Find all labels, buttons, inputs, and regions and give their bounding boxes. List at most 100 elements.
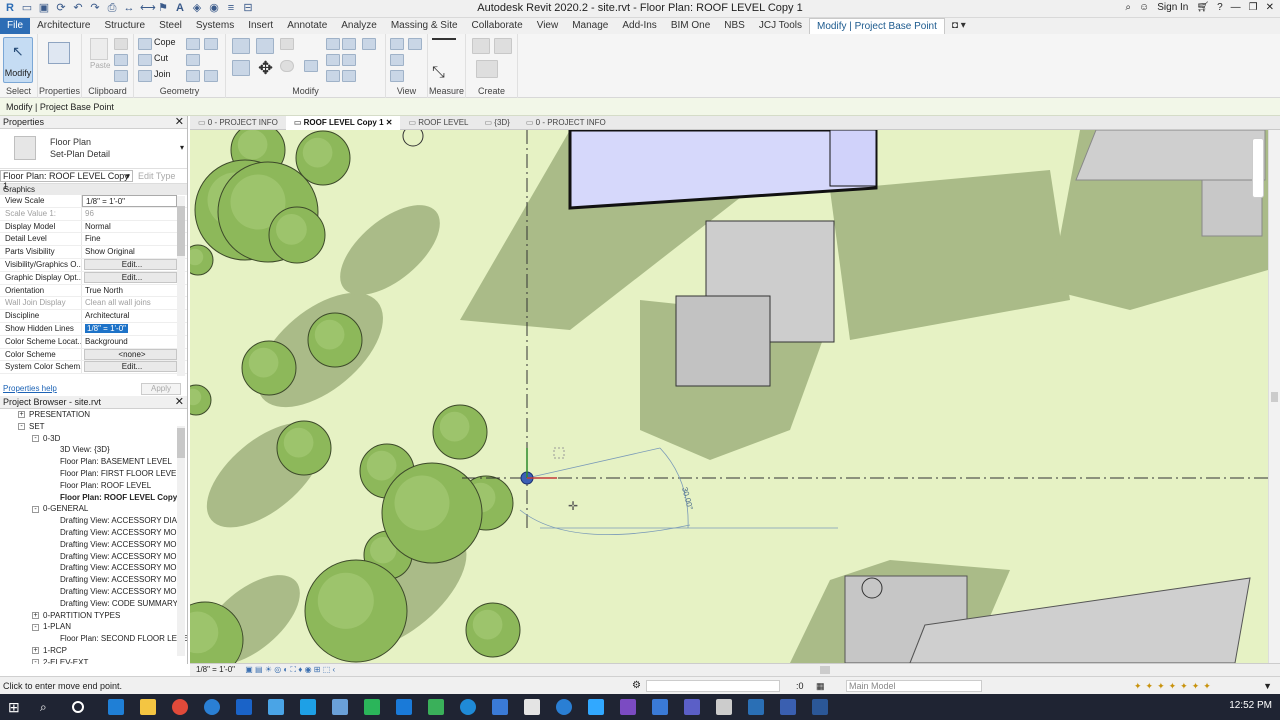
canvas-horizontal-scroll-thumb[interactable]: [820, 666, 830, 674]
linework-icon[interactable]: [390, 70, 404, 82]
ribbon-tab[interactable]: View: [530, 18, 566, 34]
collapse-icon[interactable]: -: [32, 434, 39, 442]
selection-filter-icons[interactable]: ✦✦✦✦✦✦✦: [1134, 677, 1215, 695]
cope-icon[interactable]: [138, 38, 152, 50]
move-icon[interactable]: ✥: [258, 58, 273, 79]
ribbon-tab[interactable]: Massing & Site: [384, 18, 465, 34]
word-icon[interactable]: [812, 699, 828, 715]
select-group-label[interactable]: Select: [0, 86, 37, 96]
cart-icon[interactable]: 🛒︎: [1196, 2, 1209, 13]
edge-icon[interactable]: [108, 699, 124, 715]
browser-item[interactable]: Drafting View: ACCESSORY MOU: [0, 551, 187, 563]
rotate-icon[interactable]: [280, 60, 294, 72]
trim-icon[interactable]: [304, 60, 318, 72]
revit-2020-icon[interactable]: [748, 699, 764, 715]
offset-icon[interactable]: [256, 38, 274, 54]
app-icon[interactable]: [396, 699, 412, 715]
match-icon[interactable]: [114, 70, 128, 82]
close-properties-icon[interactable]: ✕: [175, 116, 184, 129]
view-scale-button[interactable]: 1/8" = 1'-0": [196, 665, 235, 674]
teams-icon[interactable]: [684, 699, 700, 715]
property-value[interactable]: Fine: [82, 233, 187, 245]
cope-label[interactable]: Cope: [154, 37, 176, 47]
browser-item[interactable]: +1-RCP: [0, 645, 187, 657]
measure-between-icon[interactable]: [432, 38, 456, 42]
ribbon-tab[interactable]: Analyze: [334, 18, 384, 34]
ribbon-tab[interactable]: Add-Ins: [615, 18, 663, 34]
collapse-icon[interactable]: -: [32, 659, 39, 664]
create-assembly-icon[interactable]: [476, 60, 498, 78]
join-icon[interactable]: [138, 70, 152, 82]
ribbon-tab[interactable]: BIM One: [664, 18, 717, 34]
browser-item[interactable]: Drafting View: ACCESSORY MOU: [0, 574, 187, 586]
revit-active-icon[interactable]: [780, 699, 796, 715]
copy-element-icon[interactable]: [280, 38, 294, 50]
property-value[interactable]: Normal: [82, 221, 187, 233]
property-value[interactable]: Edit...: [84, 361, 177, 373]
browser-item[interactable]: -0-3D: [0, 433, 187, 445]
restore-icon[interactable]: ❐: [1249, 2, 1258, 13]
ribbon-tab[interactable]: NBS: [717, 18, 752, 34]
user-icon[interactable]: ☺: [1139, 2, 1149, 13]
ribbon-tab[interactable]: Collaborate: [465, 18, 530, 34]
ribbon-tab[interactable]: Modify | Project Base Point: [809, 18, 945, 34]
browser-item[interactable]: -1-PLAN: [0, 621, 187, 633]
modify-button[interactable]: ↖ Modify: [3, 37, 33, 83]
browser-item[interactable]: Floor Plan: FIRST FLOOR LEVEL: [0, 468, 187, 480]
browser-item[interactable]: -0-GENERAL: [0, 503, 187, 515]
filter-icon[interactable]: ▦: [816, 677, 825, 695]
view-tab[interactable]: ▭ {3D}: [477, 116, 518, 130]
scale-icon[interactable]: [342, 54, 356, 66]
ribbon-tab[interactable]: Systems: [189, 18, 241, 34]
view-tab[interactable]: ▭ 0 - PROJECT INFO: [190, 116, 286, 130]
close-icon[interactable]: ✕: [1266, 2, 1274, 13]
browser-item[interactable]: Floor Plan: ROOF LEVEL: [0, 480, 187, 492]
outlook-icon[interactable]: [236, 699, 252, 715]
cut-clipboard-icon[interactable]: [114, 38, 128, 50]
demolish-icon[interactable]: [204, 38, 218, 50]
join-label[interactable]: Join: [154, 69, 171, 79]
browser-item[interactable]: Drafting View: ACCESSORY MOU: [0, 562, 187, 574]
view-tab[interactable]: ▭ ROOF LEVEL: [400, 116, 476, 130]
instance-selector[interactable]: Floor Plan: ROOF LEVEL Copy 1 ▾: [0, 170, 133, 191]
view-control-icons[interactable]: ▣ ▤ ☀ ◎ ◐ ⛶ ♦ ◉ ⊞ ⬚ ‹: [245, 665, 335, 674]
browser-item[interactable]: Drafting View: ACCESSORY MOU: [0, 539, 187, 551]
edge-icon-2[interactable]: [460, 699, 476, 715]
revit-icon[interactable]: [524, 699, 540, 715]
word-doc-icon[interactable]: [268, 699, 284, 715]
clock[interactable]: 12:52 PM: [1229, 700, 1272, 711]
ribbon-tab[interactable]: Annotate: [280, 18, 334, 34]
skype-icon[interactable]: [300, 699, 316, 715]
properties-help-link[interactable]: Properties help: [3, 382, 57, 396]
property-value[interactable]: Architectural: [82, 310, 187, 322]
paste-icon[interactable]: [90, 38, 108, 60]
ribbon-tab[interactable]: Insert: [241, 18, 280, 34]
browser-item[interactable]: - SET: [0, 421, 187, 433]
browser-item[interactable]: 3D View: {3D}: [0, 444, 187, 456]
building-roof-gray[interactable]: [675, 295, 771, 387]
calendar-icon[interactable]: [492, 699, 508, 715]
paint-icon[interactable]: [186, 70, 200, 82]
create-parts-icon[interactable]: [472, 38, 490, 54]
expand-icon[interactable]: +: [32, 647, 39, 655]
ribbon-tab[interactable]: Architecture: [30, 18, 97, 34]
angle-dimension[interactable]: 30.00°: [680, 486, 695, 511]
ribbon-tab[interactable]: File: [0, 18, 31, 34]
autocad-icon[interactable]: [364, 699, 380, 715]
expand-icon[interactable]: +: [18, 411, 25, 419]
design-option-dropdown[interactable]: Main Model: [846, 680, 982, 692]
property-value[interactable]: True North: [82, 285, 187, 297]
align-icon[interactable]: [232, 38, 250, 54]
mirror-icon[interactable]: [232, 60, 250, 76]
worksets-icon[interactable]: ⚙: [632, 677, 641, 695]
property-value[interactable]: <none>: [84, 348, 177, 360]
collapse-icon[interactable]: -: [32, 505, 39, 513]
canvas-scroll-thumb[interactable]: [1271, 392, 1278, 402]
cortana-icon[interactable]: [72, 701, 84, 713]
filter-funnel-icon[interactable]: ▼: [1263, 677, 1272, 695]
browser-item[interactable]: -2-ELEV-EXT: [0, 657, 187, 664]
sign-in-link[interactable]: Sign In: [1157, 2, 1188, 13]
view-tab[interactable]: ▭ 0 - PROJECT INFO: [518, 116, 614, 130]
ribbon-tab[interactable]: JCJ Tools: [752, 18, 809, 34]
browser-item[interactable]: +0-PARTITION TYPES: [0, 610, 187, 622]
